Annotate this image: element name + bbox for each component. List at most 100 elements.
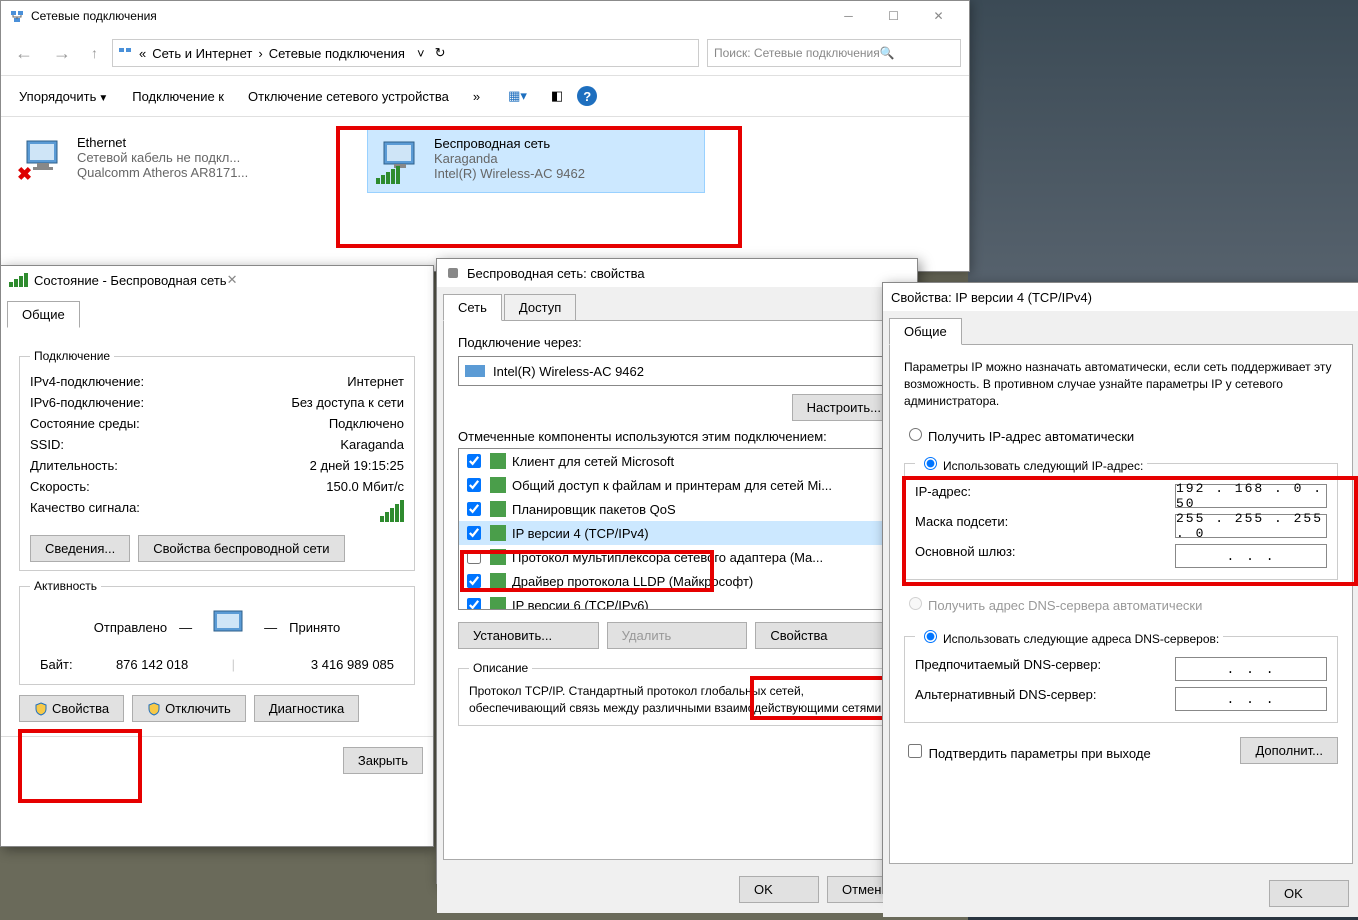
close-icon[interactable]: ✕ [227,272,238,288]
component-label: IP версии 4 (TCP/IPv4) [512,526,649,541]
disable-button[interactable]: Отключить [132,695,246,722]
highlight-ip-fields [902,476,1358,586]
close-button[interactable]: Закрыть [343,747,423,774]
component-checkbox[interactable] [467,526,481,540]
ethernet-icon: ✖ [19,135,67,183]
validate-checkbox-row[interactable]: Подтвердить параметры при выходе [904,741,1151,761]
search-icon[interactable]: 🔍 [880,46,895,60]
more-commands[interactable]: » [463,83,490,110]
command-bar: Упорядочить▼ Подключение к Отключение се… [1,75,969,117]
explorer-titlebar[interactable]: Сетевые подключения ─ ☐ ✕ [1,1,969,31]
ipv4-title: Свойства: IP версии 4 (TCP/IPv4) [891,290,1092,305]
component-item[interactable]: IP версии 6 (TCP/IPv6) [459,593,895,610]
wireless-props-button[interactable]: Свойства беспроводной сети [138,535,344,562]
duration-label: Длительность: [30,458,118,473]
dns2-field[interactable]: . . . [1175,687,1327,711]
duration-value: 2 дней 19:15:25 [310,458,404,473]
component-label: IP версии 6 (TCP/IPv6) [512,598,649,611]
connection-adapter: Qualcomm Atheros AR8171... [77,165,248,180]
remove-button[interactable]: Удалить [607,622,748,649]
address-bar[interactable]: « Сеть и Интернет › Сетевые подключения … [112,39,699,67]
refresh-icon[interactable]: ↻ [435,45,446,61]
ok-button[interactable]: OK [739,876,819,903]
component-item[interactable]: Общий доступ к файлам и принтерам для се… [459,473,895,497]
signal-bars [380,500,404,522]
media-value: Подключено [329,416,404,431]
radio-ip-manual-label: Использовать следующий IP-адрес: [943,459,1143,473]
properties-button[interactable]: Свойства [19,695,124,722]
signal-label: Качество сигнала: [30,500,140,522]
minimize-button[interactable]: ─ [826,1,871,31]
close-button[interactable]: ✕ [916,1,961,31]
component-item[interactable]: Планировщик пакетов QoS [459,497,895,521]
search-placeholder: Поиск: Сетевые подключения [714,46,880,60]
disable-device-menu[interactable]: Отключение сетевого устройства [238,83,459,110]
radio-dns-manual-label: Использовать следующие адреса DNS-сервер… [943,632,1219,646]
radio-dns-manual[interactable] [924,630,937,643]
item-properties-button[interactable]: Свойства [755,622,896,649]
ssid-value: Karaganda [340,437,404,452]
network-icon [9,8,25,24]
ok-button[interactable]: OK [1269,880,1349,907]
install-button[interactable]: Установить... [458,622,599,649]
network-icon [117,45,133,61]
ipv4-titlebar[interactable]: Свойства: IP версии 4 (TCP/IPv4) [883,283,1358,311]
breadcrumb-root[interactable]: Сеть и Интернет [152,46,252,61]
up-button[interactable]: ↑ [85,45,104,61]
forward-button[interactable]: → [47,43,77,64]
tab-general[interactable]: Общие [7,301,80,328]
search-input[interactable]: Поиск: Сетевые подключения 🔍 [707,39,961,67]
tab-general[interactable]: Общие [889,318,962,345]
connection-ethernet[interactable]: ✖ Ethernet Сетевой кабель не подкл... Qu… [11,127,347,193]
advanced-button[interactable]: Дополнит... [1240,737,1338,764]
validate-checkbox[interactable] [908,744,922,758]
radio-ip-manual[interactable] [924,457,937,470]
highlight-ipv4-item [460,550,714,592]
tab-access[interactable]: Доступ [504,294,576,321]
components-label: Отмеченные компоненты используются этим … [458,429,896,444]
addr-dropdown-icon[interactable]: ˅ [417,46,425,61]
breadcrumb-leaf[interactable]: Сетевые подключения [269,46,405,61]
sent-label: Отправлено [94,620,167,635]
component-checkbox[interactable] [467,478,481,492]
status-title: Состояние - Беспроводная сеть [34,273,227,288]
adapter-props-titlebar[interactable]: Беспроводная сеть: свойства [437,259,917,287]
protocol-icon [490,525,506,541]
component-label: Клиент для сетей Microsoft [512,454,674,469]
diagnose-button[interactable]: Диагностика [254,695,359,722]
speed-value: 150.0 Мбит/с [326,479,404,494]
group-connection-title: Подключение [30,349,114,363]
back-button[interactable]: ← [9,43,39,64]
status-titlebar[interactable]: Состояние - Беспроводная сеть ✕ [1,266,433,294]
signal-icon [9,273,28,287]
ssid-label: SSID: [30,437,64,452]
group-activity: Активность Отправлено — — Принято Байт: … [19,579,415,685]
details-button[interactable]: Сведения... [30,535,130,562]
dns1-field[interactable]: . . . [1175,657,1327,681]
adapter-name: Intel(R) Wireless-AC 9462 [493,364,644,379]
help-icon[interactable]: ? [577,86,597,106]
ipv4-info: Параметры IP можно назначать автоматичес… [904,359,1338,409]
component-item[interactable]: Клиент для сетей Microsoft [459,449,895,473]
connect-to-menu[interactable]: Подключение к [122,83,234,110]
component-checkbox[interactable] [467,502,481,516]
view-icons-button[interactable]: ▦▾ [498,88,537,104]
preview-pane-button[interactable]: ◧ [541,88,573,104]
component-checkbox[interactable] [467,454,481,468]
highlight-properties-button [18,729,142,803]
radio-dns-auto [909,597,922,610]
tab-network[interactable]: Сеть [443,294,502,321]
bytes-label: Байт: [40,657,73,672]
protocol-icon [490,453,506,469]
connect-via-label: Подключение через: [458,335,896,350]
component-checkbox[interactable] [467,598,481,610]
organize-menu[interactable]: Упорядочить▼ [9,83,118,110]
component-item[interactable]: IP версии 4 (TCP/IPv4) [459,521,895,545]
recv-label: Принято [289,620,340,635]
maximize-button[interactable]: ☐ [871,1,916,31]
validate-label: Подтвердить параметры при выходе [929,746,1151,761]
protocol-icon [490,501,506,517]
configure-button[interactable]: Настроить... [792,394,896,421]
ipv4-dialog: Свойства: IP версии 4 (TCP/IPv4) Общие П… [882,282,1358,894]
radio-ip-auto[interactable] [909,428,922,441]
